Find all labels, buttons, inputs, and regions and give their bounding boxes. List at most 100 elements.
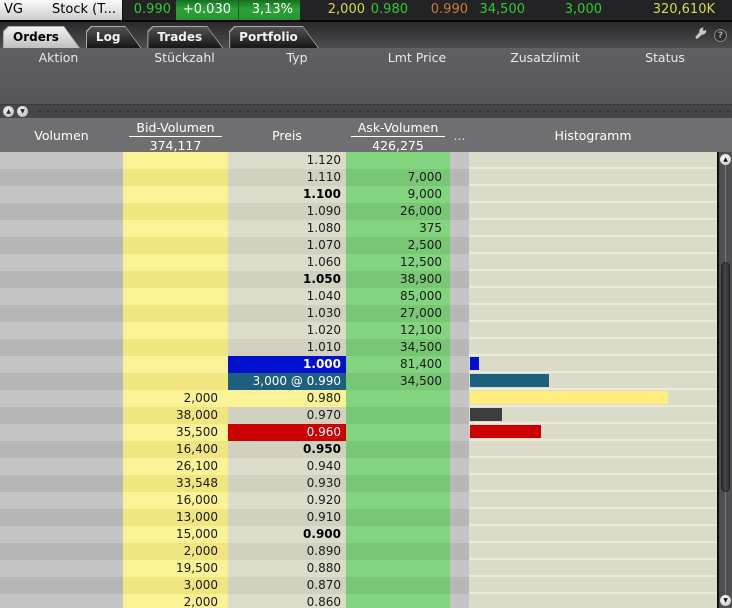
bid-volume-cell[interactable] [123, 220, 228, 237]
tab-orders[interactable]: Orders [3, 26, 80, 48]
bid-volume-cell[interactable] [123, 169, 228, 186]
price-cell[interactable]: 1.100 [228, 186, 346, 203]
bid-volume-cell[interactable] [123, 152, 228, 169]
bid-volume-cell[interactable] [123, 339, 228, 356]
orders-col-typ[interactable]: Typ [252, 48, 342, 68]
panel-splitter[interactable]: ▲ ▼ [0, 104, 732, 118]
bid-volume-cell[interactable] [123, 373, 228, 390]
tab-portfolio[interactable]: Portfolio [229, 26, 319, 48]
bid-volume-cell[interactable] [123, 305, 228, 322]
ask-volume-cell[interactable]: 9,000 [346, 186, 450, 203]
scrollbar-thumb[interactable] [721, 262, 730, 492]
bid-volume-cell[interactable]: 13,000 [123, 509, 228, 526]
ask-volume-cell[interactable] [346, 152, 450, 169]
ask-volume-cell[interactable]: 38,900 [346, 271, 450, 288]
bid-volume-cell[interactable]: 2,000 [123, 390, 228, 407]
bid-volume-cell[interactable]: 2,000 [123, 594, 228, 608]
orders-col-zusatzlimit[interactable]: Zusatzlimit [492, 48, 598, 68]
ask-volume-cell[interactable] [346, 424, 450, 441]
bid-volume-cell[interactable] [123, 356, 228, 373]
price-cell[interactable]: 1.050 [228, 271, 346, 288]
ask-volume-cell[interactable] [346, 560, 450, 577]
price-cell[interactable]: 1.030 [228, 305, 346, 322]
ask-volume-cell[interactable] [346, 577, 450, 594]
price-cell[interactable]: 1.070 [228, 237, 346, 254]
ask-volume-cell[interactable] [346, 475, 450, 492]
orders-col-aktion[interactable]: Aktion [0, 48, 117, 68]
ask-volume-cell[interactable]: 27,000 [346, 305, 450, 322]
bid-volume-cell[interactable]: 38,000 [123, 407, 228, 424]
bid-volume-cell[interactable]: 2,000 [123, 543, 228, 560]
price-cell[interactable]: 1.000 [228, 356, 346, 373]
ask-volume-cell[interactable]: 12,500 [346, 254, 450, 271]
bid-volume-cell[interactable]: 3,000 [123, 577, 228, 594]
bid-volume-cell[interactable] [123, 254, 228, 271]
scroll-up-icon[interactable]: ▲ [720, 154, 731, 165]
ladder-col-more[interactable]: ... [450, 118, 469, 152]
price-cell[interactable]: 0.900 [228, 526, 346, 543]
ask-volume-cell[interactable]: 7,000 [346, 169, 450, 186]
ask-volume-cell[interactable]: 34,500 [346, 339, 450, 356]
ask-volume-cell[interactable]: 81,400 [346, 356, 450, 373]
price-cell[interactable]: 1.040 [228, 288, 346, 305]
price-cell[interactable]: 0.930 [228, 475, 346, 492]
ask-volume-cell[interactable] [346, 492, 450, 509]
ask-volume-cell[interactable] [346, 390, 450, 407]
price-cell[interactable]: 1.010 [228, 339, 346, 356]
collapse-up-icon[interactable]: ▲ [3, 106, 14, 117]
price-cell[interactable]: 1.090 [228, 203, 346, 220]
ask-volume-cell[interactable] [346, 509, 450, 526]
price-cell[interactable]: 1.060 [228, 254, 346, 271]
bid-volume-cell[interactable]: 33,548 [123, 475, 228, 492]
price-cell[interactable]: 0.960 [228, 424, 346, 441]
bid-volume-cell[interactable]: 16,000 [123, 492, 228, 509]
bid-volume-cell[interactable]: 19,500 [123, 560, 228, 577]
ask-volume-cell[interactable] [346, 543, 450, 560]
vertical-scrollbar[interactable]: ▲ ▼ [717, 152, 732, 608]
price-cell[interactable]: 3,000 @ 0.990 [228, 373, 346, 390]
orders-col-lmt-price[interactable]: Lmt Price [342, 48, 492, 68]
bid-volume-cell[interactable] [123, 322, 228, 339]
splitter-grip[interactable] [36, 110, 732, 113]
price-cell[interactable]: 0.980 [228, 390, 346, 407]
ask-volume-cell[interactable]: 375 [346, 220, 450, 237]
ask-volume-cell[interactable]: 2,500 [346, 237, 450, 254]
scroll-down-icon[interactable]: ▼ [720, 595, 731, 606]
price-cell[interactable]: 1.020 [228, 322, 346, 339]
ask-volume-cell[interactable]: 85,000 [346, 288, 450, 305]
price-cell[interactable]: 0.940 [228, 458, 346, 475]
price-cell[interactable]: 0.890 [228, 543, 346, 560]
ask-volume-cell[interactable] [346, 407, 450, 424]
bid-volume-cell[interactable]: 35,500 [123, 424, 228, 441]
ask-volume-cell[interactable] [346, 441, 450, 458]
orders-col-status[interactable]: Status [598, 48, 732, 68]
ask-volume-cell[interactable] [346, 594, 450, 608]
tab-log[interactable]: Log [86, 26, 141, 48]
ask-volume-cell[interactable]: 12,100 [346, 322, 450, 339]
ask-volume-cell[interactable]: 26,000 [346, 203, 450, 220]
bid-volume-cell[interactable] [123, 203, 228, 220]
orders-col-stueckzahl[interactable]: Stückzahl [117, 48, 252, 68]
help-icon[interactable]: ? [714, 29, 727, 42]
bid-volume-cell[interactable]: 26,100 [123, 458, 228, 475]
bid-volume-cell[interactable] [123, 288, 228, 305]
price-cell[interactable]: 1.080 [228, 220, 346, 237]
bid-volume-cell[interactable]: 16,400 [123, 441, 228, 458]
price-cell[interactable]: 1.110 [228, 169, 346, 186]
price-cell[interactable]: 0.920 [228, 492, 346, 509]
ask-volume-cell[interactable] [346, 526, 450, 543]
bid-volume-cell[interactable] [123, 237, 228, 254]
price-cell[interactable]: 0.860 [228, 594, 346, 608]
price-cell[interactable]: 0.970 [228, 407, 346, 424]
price-cell[interactable]: 0.870 [228, 577, 346, 594]
bid-volume-cell[interactable] [123, 186, 228, 203]
collapse-down-icon[interactable]: ▼ [17, 106, 28, 117]
tab-trades[interactable]: Trades [147, 26, 223, 48]
price-cell[interactable]: 0.950 [228, 441, 346, 458]
price-cell[interactable]: 1.120 [228, 152, 346, 169]
ask-volume-cell[interactable]: 34,500 [346, 373, 450, 390]
bid-volume-cell[interactable]: 15,000 [123, 526, 228, 543]
wrench-icon[interactable] [694, 26, 708, 45]
bid-volume-cell[interactable] [123, 271, 228, 288]
ask-volume-cell[interactable] [346, 458, 450, 475]
